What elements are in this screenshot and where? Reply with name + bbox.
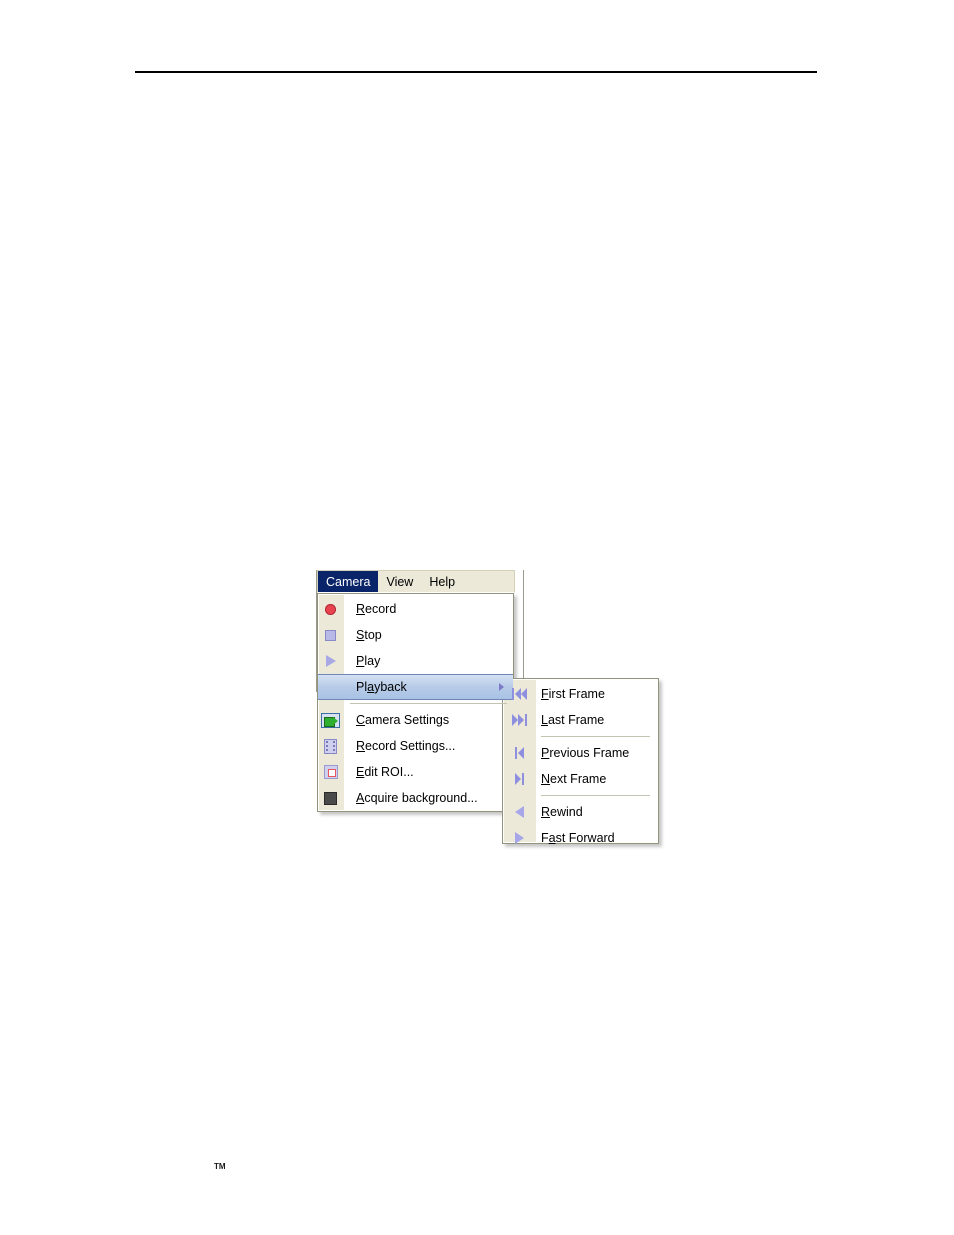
previous-frame-icon — [503, 740, 535, 766]
menu-item-acquire-background[interactable]: Acquire background... — [318, 785, 513, 811]
menu-item-edit-roi[interactable]: Edit ROI... — [318, 759, 513, 785]
stop-icon — [318, 622, 343, 648]
film-strip-icon — [318, 733, 343, 759]
menu-item-first-frame[interactable]: First Frame — [503, 681, 658, 707]
camera-settings-icon — [318, 707, 343, 733]
menu-item-camera-settings-label: Camera Settings — [356, 713, 450, 727]
edit-roi-icon — [318, 759, 343, 785]
menu-item-last-frame-label: Last Frame — [541, 713, 605, 727]
menubar-item-view[interactable]: View — [378, 571, 421, 592]
menu-item-acquire-background-label: Acquire background... — [356, 791, 478, 805]
next-frame-icon — [503, 766, 535, 792]
menubar-item-view-label: View — [386, 574, 414, 589]
menu-item-record-label: Record — [356, 602, 397, 616]
playback-submenu: First Frame Last Frame Previous Frame Ne… — [502, 678, 659, 845]
fast-forward-icon — [503, 825, 535, 851]
menu-item-fast-forward-label: Fast Forward — [541, 831, 615, 845]
camera-menu-separator-1 — [350, 703, 507, 704]
menu-item-play-label: Play — [356, 654, 381, 668]
menu-item-fast-forward[interactable]: Fast Forward — [503, 825, 658, 851]
menu-item-playback[interactable]: Playback — [318, 674, 513, 700]
menu-item-stop[interactable]: Stop — [318, 622, 513, 648]
menubar-item-camera[interactable]: Camera — [318, 571, 379, 592]
menu-item-record[interactable]: Record — [318, 596, 513, 622]
playback-submenu-separator-2 — [541, 795, 650, 796]
first-frame-icon — [503, 681, 535, 707]
playback-submenu-separator-1 — [541, 736, 650, 737]
record-icon — [318, 596, 343, 622]
play-icon — [318, 648, 343, 674]
camera-menu-list: Record Stop Play Playback Camera Setting… — [318, 594, 513, 813]
last-frame-icon — [503, 707, 535, 733]
playback-icon-placeholder — [318, 674, 343, 700]
playback-submenu-list: First Frame Last Frame Previous Frame Ne… — [503, 679, 658, 853]
menu-item-first-frame-label: First Frame — [541, 687, 605, 701]
menu-item-record-settings[interactable]: Record Settings... — [318, 733, 513, 759]
acquire-background-icon — [318, 785, 343, 811]
menu-item-rewind-label: Rewind — [541, 805, 583, 819]
camera-menu-screenshot: ▶▮ Camera View Help Record Stop — [316, 570, 662, 852]
menu-item-last-frame[interactable]: Last Frame — [503, 707, 658, 733]
menu-item-next-frame[interactable]: Next Frame — [503, 766, 658, 792]
menu-item-camera-settings[interactable]: Camera Settings — [318, 707, 513, 733]
camera-dropdown-menu: Record Stop Play Playback Camera Setting… — [317, 593, 514, 812]
rewind-icon — [503, 799, 535, 825]
menu-item-record-settings-label: Record Settings... — [356, 739, 456, 753]
page-header-rule — [135, 71, 817, 73]
menu-item-playback-label: Playback — [356, 680, 407, 694]
menu-item-play[interactable]: Play — [318, 648, 513, 674]
menubar-item-camera-label: Camera — [326, 574, 371, 589]
menu-item-stop-label: Stop — [356, 628, 382, 642]
menu-item-previous-frame-label: Previous Frame — [541, 746, 630, 760]
trademark-mark: TM — [214, 1162, 226, 1171]
menubar-item-help-label: Help — [429, 574, 456, 589]
menubar-item-help[interactable]: Help — [421, 571, 463, 592]
menu-item-next-frame-label: Next Frame — [541, 772, 607, 786]
menu-item-previous-frame[interactable]: Previous Frame — [503, 740, 658, 766]
menu-item-edit-roi-label: Edit ROI... — [356, 765, 414, 779]
menu-bar: Camera View Help — [317, 570, 515, 593]
menu-item-rewind[interactable]: Rewind — [503, 799, 658, 825]
